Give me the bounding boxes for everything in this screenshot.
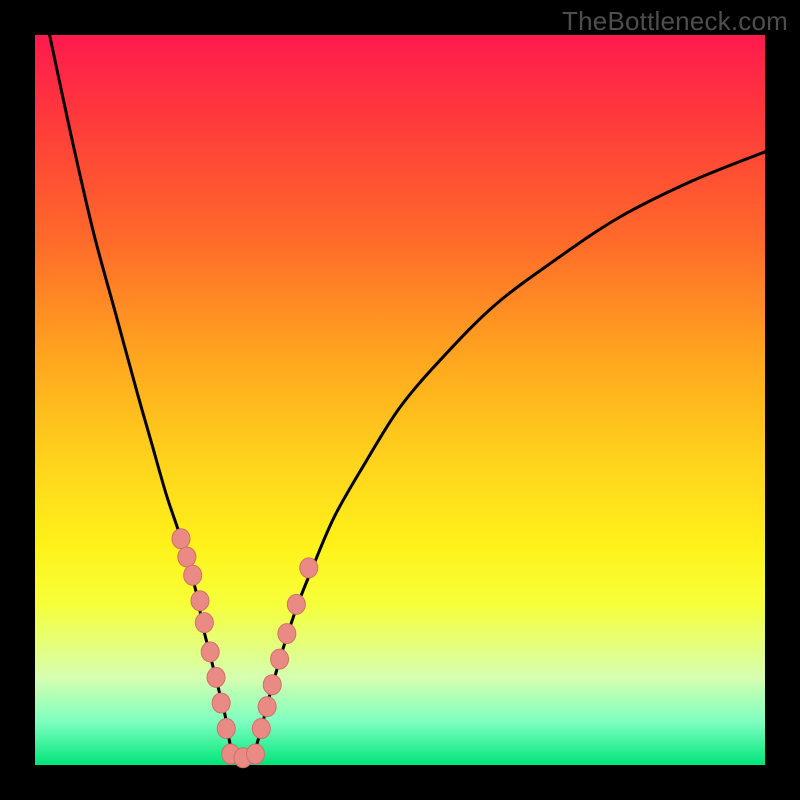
curve-layer <box>50 35 765 758</box>
marker-dot <box>195 613 213 633</box>
marker-dot <box>191 591 209 611</box>
watermark-text: TheBottleneck.com <box>562 6 788 37</box>
marker-dot <box>258 697 276 717</box>
marker-dot <box>278 624 296 644</box>
marker-dot <box>252 719 270 739</box>
marker-dot <box>207 667 225 687</box>
marker-dot <box>184 565 202 585</box>
marker-dot <box>217 719 235 739</box>
marker-dot <box>212 693 230 713</box>
series-right-branch <box>254 152 765 754</box>
marker-dot <box>300 558 318 578</box>
marker-dot <box>271 649 289 669</box>
marker-dot <box>172 529 190 549</box>
marker-dot <box>201 642 219 662</box>
marker-dot <box>246 744 264 764</box>
chart-frame: TheBottleneck.com <box>0 0 800 800</box>
marker-layer <box>172 529 318 768</box>
marker-dot <box>178 547 196 567</box>
chart-svg <box>35 35 765 765</box>
marker-dot <box>263 675 281 695</box>
marker-dot <box>287 594 305 614</box>
